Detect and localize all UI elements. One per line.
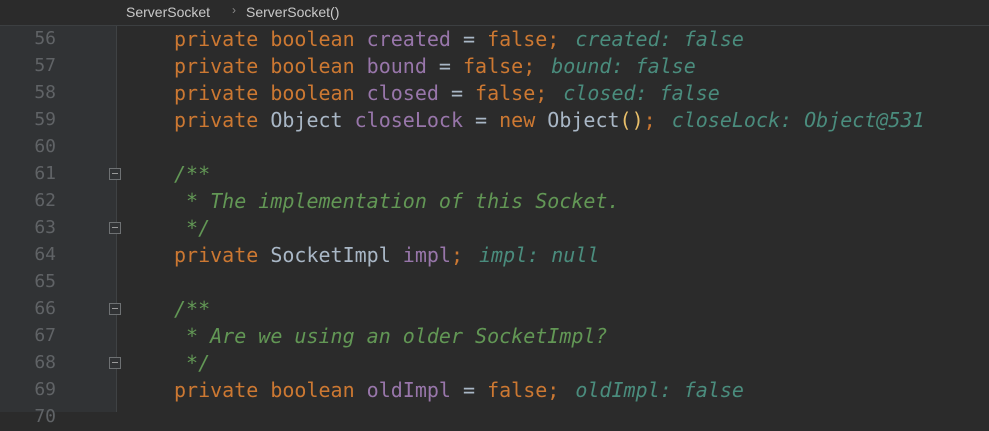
line-number: 70 [34, 406, 56, 427]
code-token: false; [487, 27, 560, 51]
code-line[interactable]: 64 private SocketImpl impl; impl: null [0, 242, 989, 269]
debug-inline-value: created: false [575, 27, 744, 51]
code-text[interactable]: */ [174, 351, 210, 375]
line-number: 60 [34, 136, 56, 157]
line-number: 57 [34, 55, 56, 76]
code-token: private boolean [174, 27, 367, 51]
line-number: 68 [34, 352, 56, 373]
line-number: 62 [34, 190, 56, 211]
debug-inline-value: bound: false [551, 54, 696, 78]
code-token: private boolean [174, 54, 367, 78]
code-token: Object [270, 108, 355, 132]
code-token: false; [463, 54, 536, 78]
code-line[interactable]: 62 * The implementation of this Socket. [0, 188, 989, 215]
code-line[interactable]: 59 private Object closeLock = new Object(… [0, 107, 989, 134]
code-text[interactable]: private boolean oldImpl = false; oldImpl:… [174, 378, 744, 402]
line-number: 66 [34, 298, 56, 319]
breadcrumb-method[interactable]: ServerSocket() [246, 4, 339, 20]
code-token: */ [174, 351, 211, 375]
code-line[interactable]: 67 * Are we using an older SocketImpl? [0, 323, 989, 350]
code-token: = [438, 81, 476, 105]
code-text[interactable]: /** [174, 162, 210, 186]
code-token: private [174, 108, 271, 132]
line-number: 64 [34, 244, 56, 265]
code-token: SocketImpl [270, 243, 403, 267]
breadcrumb-class[interactable]: ServerSocket [126, 4, 210, 20]
code-text[interactable]: /** [174, 297, 210, 321]
fold-marker-icon[interactable] [109, 357, 121, 369]
code-line[interactable]: 57 private boolean bound = false; bound: f… [0, 53, 989, 80]
code-token: ; [643, 108, 656, 132]
line-number: 63 [34, 217, 56, 238]
code-text[interactable]: private boolean created = false; created:… [174, 27, 744, 51]
debug-inline-value: impl: null [479, 243, 600, 267]
code-token: /** [174, 162, 211, 186]
line-number: 65 [34, 271, 56, 292]
code-line[interactable]: 56 private boolean created = false; create… [0, 26, 989, 53]
line-number: 69 [34, 379, 56, 400]
code-token: ; [450, 243, 463, 267]
fold-marker-icon[interactable] [109, 303, 121, 315]
code-text[interactable]: private SocketImpl impl; impl: null [174, 243, 599, 267]
code-text[interactable]: private Object closeLock = new Object();… [174, 108, 925, 132]
code-text[interactable]: * The implementation of this Socket. [174, 189, 620, 213]
code-token: = [463, 108, 500, 132]
code-line[interactable]: 68 */ [0, 350, 989, 377]
code-token: /** [174, 297, 211, 321]
line-number: 67 [34, 325, 56, 346]
code-token: created [366, 27, 451, 51]
line-number: 56 [34, 28, 56, 49]
code-token: closeLock [354, 108, 463, 132]
code-text[interactable]: private boolean bound = false; bound: fal… [174, 54, 696, 78]
code-line[interactable]: 69 private boolean oldImpl = false; oldImp… [0, 377, 989, 404]
code-text[interactable]: private boolean closed = false; closed: f… [174, 81, 720, 105]
line-number: 61 [34, 163, 56, 184]
code-token: = [450, 378, 488, 402]
code-token: = [450, 27, 488, 51]
code-line[interactable]: 58 private boolean closed = false; closed:… [0, 80, 989, 107]
code-token: false; [475, 81, 548, 105]
code-token: () [619, 108, 644, 132]
code-token: private boolean [174, 378, 367, 402]
code-token: new [499, 108, 548, 132]
breadcrumb: ServerSocket › ServerSocket() [0, 0, 989, 26]
code-line[interactable]: 66 /** [0, 296, 989, 323]
code-text[interactable]: */ [174, 216, 210, 240]
code-text[interactable]: * Are we using an older SocketImpl? [174, 324, 607, 348]
line-number: 58 [34, 82, 56, 103]
code-token: = [426, 54, 463, 78]
code-line[interactable]: 63 */ [0, 215, 989, 242]
debug-inline-value: oldImpl: false [575, 378, 744, 402]
code-token: * The implementation of this Socket. [174, 189, 620, 213]
breadcrumb-separator: › [232, 3, 236, 17]
code-token: * Are we using an older SocketImpl? [174, 324, 608, 348]
code-token: private boolean [174, 81, 367, 105]
code-line[interactable]: 60 [0, 134, 989, 161]
code-line[interactable]: 65 [0, 269, 989, 296]
fold-marker-icon[interactable] [109, 222, 121, 234]
code-token: bound [366, 54, 427, 78]
debug-inline-value: closed: false [563, 81, 720, 105]
code-token: closed [366, 81, 439, 105]
code-token: false; [487, 378, 560, 402]
debug-inline-value: closeLock: Object@531 [671, 108, 925, 132]
code-token: */ [174, 216, 211, 240]
code-line[interactable]: 61 /** [0, 161, 989, 188]
code-token: oldImpl [366, 378, 451, 402]
code-line[interactable]: 70 [0, 404, 989, 431]
code-token: impl [402, 243, 451, 267]
code-token: private [174, 243, 271, 267]
code-token: Object [547, 108, 620, 132]
line-number: 59 [34, 109, 56, 130]
fold-marker-icon[interactable] [109, 168, 121, 180]
